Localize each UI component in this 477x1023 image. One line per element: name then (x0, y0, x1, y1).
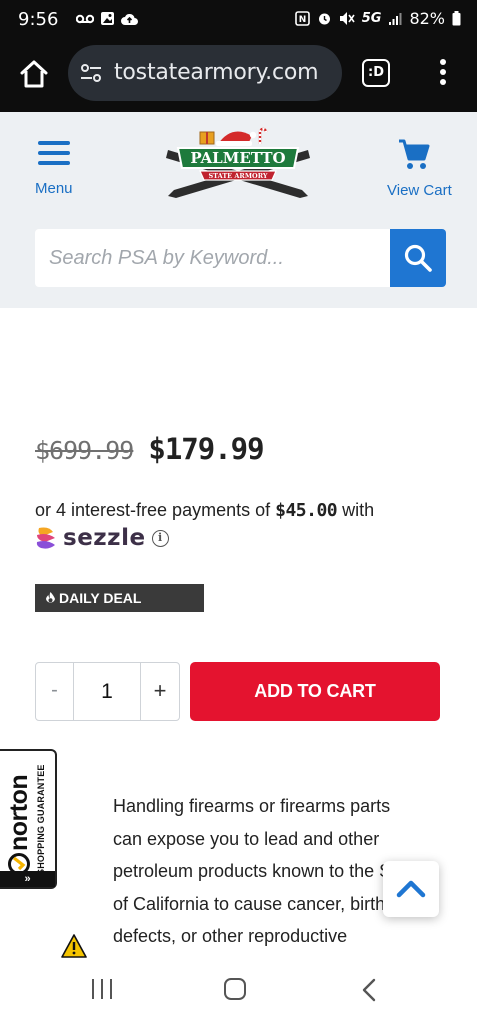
sezzle-prefix: or 4 interest-free payments of (35, 500, 271, 520)
sale-price: $179.99 (148, 432, 264, 466)
scroll-to-top-button[interactable] (383, 861, 439, 917)
view-cart-label[interactable]: View Cart (387, 182, 452, 199)
daily-deal-badge: DAILY DEAL (35, 584, 204, 612)
norton-brand: norton (5, 775, 34, 875)
original-price: $699.99 (35, 436, 134, 465)
url-text[interactable]: tostatearmory.com (114, 60, 319, 85)
logo-text: PALMETTO (190, 149, 285, 167)
sezzle-logo[interactable]: sezzle i (35, 524, 169, 552)
quantity-decrease-button[interactable]: - (36, 663, 74, 720)
battery-percent: 82% (409, 9, 445, 28)
sezzle-amount: $45.00 (275, 500, 338, 521)
chevron-up-icon[interactable] (396, 877, 426, 899)
sezzle-installments-text: or 4 interest-free payments of $45.00 wi… (35, 500, 374, 521)
norton-badge-content: norton SHOPPING GUARANTEE (3, 751, 53, 875)
status-notification-icons (76, 11, 138, 26)
search-icon[interactable] (403, 243, 433, 273)
tab-switcher-button[interactable]: :D (362, 59, 390, 87)
status-system-icons: N 5G 82% (294, 9, 461, 28)
view-cart-button[interactable]: View Cart (380, 138, 460, 208)
cart-icon[interactable] (398, 138, 430, 172)
signal-icon (389, 12, 402, 25)
prop65-warning-text: Handling firearms or firearms parts can … (113, 796, 422, 946)
quantity-stepper: - + (35, 662, 180, 721)
sezzle-suffix: with (342, 500, 375, 520)
screen: 9:56 N 5G 82% tostatearmory.com :D Menu … (0, 0, 477, 1023)
search-button[interactable] (390, 229, 446, 287)
status-time: 9:56 (18, 9, 59, 30)
norton-expand-arrow[interactable]: » (0, 871, 55, 887)
recents-icon[interactable] (92, 979, 114, 999)
site-settings-icon[interactable] (80, 64, 102, 82)
status-bar: 9:56 N 5G 82% (0, 0, 477, 40)
warning-icon (61, 934, 87, 958)
norton-shopping-guarantee-badge[interactable]: norton SHOPPING GUARANTEE » (0, 749, 57, 889)
home-nav-icon[interactable] (224, 978, 246, 1000)
norton-brand-text: norton (5, 774, 33, 851)
alarm-icon (318, 13, 330, 25)
address-bar[interactable]: tostatearmory.com (68, 45, 342, 101)
palmetto-logo[interactable]: PALMETTO STATE ARMORY (162, 126, 314, 204)
search-input[interactable] (35, 229, 390, 287)
logo-subtext: STATE ARMORY (208, 172, 267, 180)
system-navigation-bar (0, 958, 477, 1023)
add-to-cart-button[interactable]: ADD TO CART (190, 662, 440, 721)
voicemail-icon (76, 14, 94, 23)
home-icon[interactable] (18, 58, 50, 90)
menu-label[interactable]: Menu (35, 180, 73, 197)
search-field[interactable] (35, 229, 390, 287)
daily-deal-label: DAILY DEAL (59, 590, 142, 606)
network-type: 5G (361, 11, 382, 26)
svg-text:N: N (298, 15, 306, 25)
back-icon[interactable] (361, 978, 377, 1002)
mute-icon (339, 12, 355, 25)
nfc-icon: N (294, 11, 310, 26)
site-header: Menu PALMETTO STATE ARMORY View Cart (0, 112, 477, 308)
quantity-increase-button[interactable]: + (140, 663, 179, 720)
price-row: $699.99 $179.99 (35, 432, 265, 466)
battery-icon (452, 11, 461, 26)
quantity-input[interactable] (74, 663, 140, 720)
sezzle-mark-icon (36, 527, 55, 549)
kebab-menu-icon[interactable] (436, 58, 450, 90)
cloud-upload-icon (121, 13, 138, 25)
norton-guarantee-text: SHOPPING GUARANTEE (36, 764, 46, 875)
gallery-icon (101, 12, 114, 25)
browser-toolbar: tostatearmory.com :D (0, 40, 477, 112)
info-icon[interactable]: i (151, 529, 169, 547)
hamburger-icon[interactable] (38, 141, 70, 165)
sezzle-wordmark: sezzle (63, 525, 146, 551)
menu-button[interactable]: Menu (30, 138, 86, 208)
flame-icon (46, 591, 55, 603)
